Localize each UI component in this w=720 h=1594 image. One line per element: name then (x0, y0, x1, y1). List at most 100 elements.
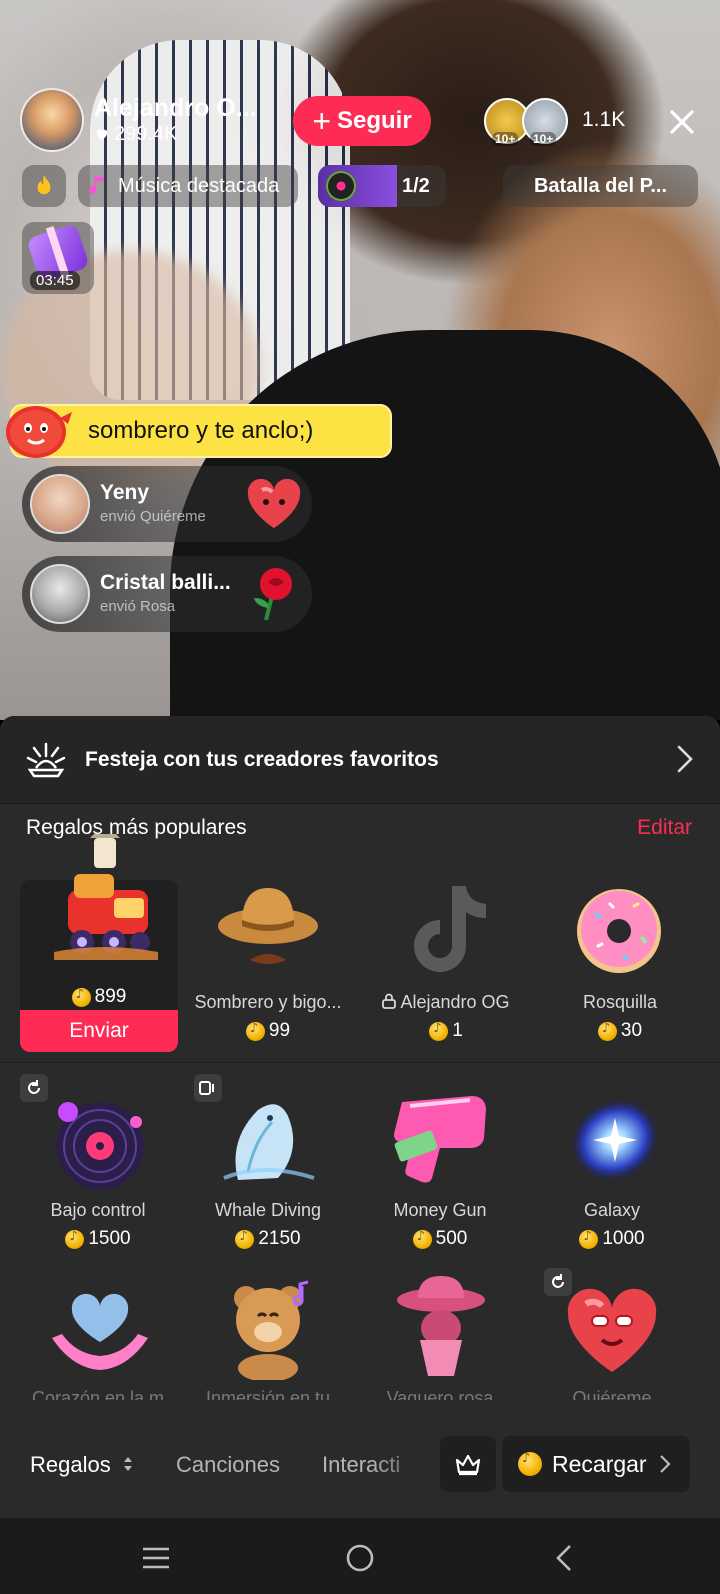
gift-price: 1500 (88, 1228, 131, 1249)
viewer-count[interactable]: 1.1K (582, 108, 625, 132)
donut-icon (577, 889, 661, 973)
tiktok-logo-icon (414, 886, 486, 972)
celebration-icon (26, 742, 66, 778)
gift-tab-bar: Regalos Canciones Interacti Recargar (0, 1418, 720, 1518)
viewer-badge-label: 10+ (492, 132, 519, 146)
recent-apps-button[interactable] (136, 1538, 176, 1578)
celebrate-banner-text: Festeja con tus creadores favoritos (85, 748, 439, 771)
gift-name: Vaquero rosa (386, 1388, 494, 1400)
music-note-icon (88, 176, 104, 194)
gift-price: 500 (435, 1228, 468, 1249)
edit-button[interactable]: Editar (637, 816, 692, 840)
battle-button[interactable]: Batalla del P... (503, 165, 698, 207)
gift-item[interactable]: Sombrero y bigo... 99 (188, 880, 348, 1060)
whale-icon (223, 1104, 315, 1180)
recharge-button[interactable]: Recargar (502, 1436, 690, 1492)
tab-songs[interactable]: Canciones (176, 1452, 280, 1478)
goal-page-indicator: 1/2 (402, 174, 430, 197)
gift-name: Quiéreme (572, 1388, 652, 1400)
gift-item[interactable]: Corazón en la m (18, 1276, 178, 1400)
celebrate-banner[interactable]: Festeja con tus creadores favoritos (0, 716, 720, 804)
follow-label: Seguir (337, 107, 412, 134)
viewer-badge-label: 10+ (530, 132, 557, 146)
grid-divider (0, 1062, 720, 1063)
subscription-button[interactable] (440, 1436, 496, 1492)
featured-music-button[interactable]: Música destacada (78, 165, 298, 207)
vinyl-disc-icon (326, 171, 356, 201)
gift-name: Sombrero y bigo... (194, 992, 342, 1012)
sender-name: Yeny (100, 481, 150, 504)
coin-icon (412, 1229, 432, 1249)
gift-price: 1000 (602, 1228, 645, 1249)
close-icon (670, 110, 694, 134)
gift-notification[interactable]: Cristal balli... envió Rosa (22, 556, 312, 632)
menu-icon (143, 1547, 169, 1569)
coin-icon (71, 987, 91, 1007)
gift-item[interactable]: Whale Diving 2150 (188, 1088, 348, 1268)
tab-gifts-label: Regalos (30, 1452, 111, 1477)
gift-item-selected[interactable]: 899 Enviar (20, 834, 178, 1052)
follow-button[interactable]: + Seguir (293, 96, 431, 146)
rose-icon (254, 568, 292, 621)
host-avatar[interactable] (20, 88, 84, 152)
gift-name: Rosquilla (582, 992, 658, 1012)
coin-icon (579, 1229, 599, 1249)
back-button[interactable] (544, 1538, 584, 1578)
top-viewer-2[interactable]: 10+ (522, 98, 568, 146)
lock-icon (382, 993, 397, 1009)
gift-item[interactable]: Vaquero rosa (360, 1276, 520, 1400)
gift-item[interactable]: Inmersión en tu (188, 1276, 348, 1400)
sender-avatar (30, 474, 90, 534)
send-button[interactable]: Enviar (20, 1010, 178, 1052)
crown-icon (455, 1454, 481, 1476)
heart-gift-icon (567, 1288, 657, 1372)
close-button[interactable] (660, 100, 704, 144)
home-button[interactable] (340, 1538, 380, 1578)
sender-avatar (30, 564, 90, 624)
coin-icon (235, 1229, 255, 1249)
tab-gifts[interactable]: Regalos (30, 1452, 135, 1478)
heart-gift-icon (247, 478, 301, 528)
gift-name: Inmersión en tu (205, 1388, 331, 1400)
gift-name: Alejandro OG (400, 992, 510, 1012)
timer-countdown: 03:45 (30, 271, 80, 290)
gift-action: envió Quiéreme (100, 508, 206, 525)
gift-name: Money Gun (393, 1200, 487, 1220)
goal-progress[interactable]: 1/2 (318, 165, 446, 207)
battle-label: Batalla del P... (533, 174, 668, 197)
host-name: Alejandro O... (94, 94, 257, 122)
gift-price: 899 (94, 986, 127, 1007)
system-nav-bar (0, 1518, 720, 1594)
gift-item[interactable]: Galaxy 1000 (532, 1088, 692, 1268)
coin-icon (518, 1451, 542, 1476)
plus-icon: + (312, 103, 331, 139)
host-likes-count: 299.4K (114, 123, 178, 145)
gift-item[interactable]: Alejandro OG 1 (366, 880, 526, 1060)
gift-item[interactable]: Bajo control 1500 (18, 1088, 178, 1268)
host-info[interactable]: Alejandro O... 299.4K (20, 88, 295, 152)
gift-name: Galaxy (583, 1200, 641, 1220)
gift-item[interactable]: Rosquilla 30 (540, 880, 700, 1060)
treasure-box-timer[interactable]: 03:45 (22, 222, 94, 294)
heart-icon (96, 129, 108, 140)
gift-notification[interactable]: Yeny envió Quiéreme (22, 466, 312, 542)
sort-arrows-icon (123, 1457, 132, 1471)
chevron-right-icon (659, 1455, 671, 1473)
coin-icon (245, 1021, 265, 1041)
gift-panel: Festeja con tus creadores favoritos Rega… (0, 716, 720, 1518)
trending-button[interactable] (22, 165, 66, 207)
flame-icon (37, 175, 51, 195)
gift-price: 2150 (258, 1228, 301, 1249)
coin-icon (65, 1229, 85, 1249)
comment-text: sombrero y te anclo;) (88, 417, 314, 444)
vinyl-record-icon (56, 1102, 144, 1190)
tab-fade (370, 1418, 440, 1518)
featured-music-label: Música destacada (118, 174, 280, 197)
gift-item[interactable]: Quiéreme (532, 1276, 692, 1400)
train-gift-icon (54, 834, 158, 960)
pink-cowboy-icon (397, 1276, 485, 1376)
gift-item[interactable]: Money Gun 500 (360, 1088, 520, 1268)
gift-name: Corazón en la m (31, 1388, 165, 1400)
gift-price: 99 (268, 1020, 291, 1041)
teddy-bear-icon (234, 1280, 309, 1380)
